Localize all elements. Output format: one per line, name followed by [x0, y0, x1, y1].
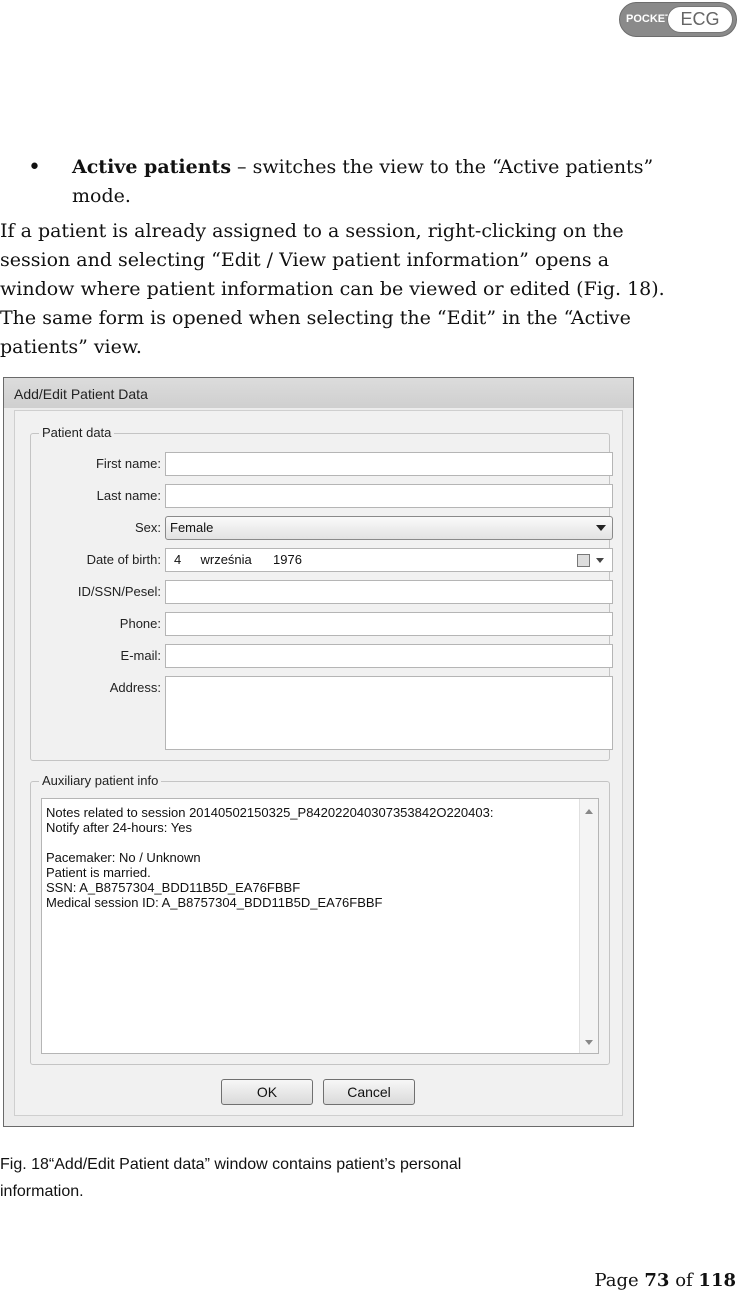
scroll-down-icon[interactable]	[585, 1040, 593, 1045]
sex-select-value: Female	[170, 520, 214, 535]
phone-field[interactable]	[165, 612, 613, 636]
email-field[interactable]	[165, 644, 613, 668]
auxiliary-info-group-label: Auxiliary patient info	[39, 773, 162, 788]
bullet-text: Active patients – switches the view to t…	[72, 153, 712, 211]
dob-day[interactable]: 4	[174, 552, 181, 567]
figure-caption: Fig. 18“Add/Edit Patient data” window co…	[0, 1151, 735, 1205]
sex-label: Sex:	[134, 520, 161, 535]
dialog-button-row: OK Cancel	[15, 1079, 622, 1105]
patient-data-group-label: Patient data	[39, 425, 115, 440]
aux-line	[46, 835, 574, 850]
email-label: E-mail:	[120, 648, 161, 663]
patient-data-group: Patient data First name: Last name: Sex:…	[30, 425, 613, 761]
page-current: 73	[644, 1270, 670, 1291]
dialog-title: Add/Edit Patient Data	[14, 386, 148, 402]
paragraph-line: session and selecting “Edit / View patie…	[0, 249, 610, 271]
body-paragraph: If a patient is already assigned to a se…	[0, 217, 735, 362]
address-field[interactable]	[165, 676, 613, 750]
dob-year[interactable]: 1976	[273, 552, 302, 567]
bullet-bold-term: Active patients	[72, 156, 232, 178]
address-label: Address:	[109, 680, 161, 695]
scroll-up-icon[interactable]	[585, 809, 593, 814]
id-field[interactable]	[165, 580, 613, 604]
paragraph-line: The same form is opened when selecting t…	[0, 307, 631, 329]
phone-label: Phone:	[119, 616, 161, 631]
cancel-button[interactable]: Cancel	[323, 1079, 415, 1105]
sex-select[interactable]: Female	[165, 516, 613, 540]
auxiliary-info-group: Auxiliary patient info Notes related to …	[30, 773, 610, 1065]
calendar-dropdown-icon[interactable]	[596, 558, 604, 563]
aux-line: Notify after 24-hours: Yes	[46, 820, 192, 835]
aux-line: Pacemaker: No / Unknown	[46, 850, 201, 865]
paragraph-line: window where patient information can be …	[0, 278, 665, 300]
dob-month[interactable]: września	[200, 552, 251, 567]
first-name-field[interactable]	[165, 452, 613, 476]
bullet-dot-icon: •	[28, 155, 41, 180]
chevron-down-icon	[596, 525, 606, 531]
auxiliary-info-textarea[interactable]: Notes related to session 20140502150325_…	[41, 798, 599, 1054]
aux-line: SSN: A_B8757304_BDD11B5D_EA76FBBF	[46, 880, 301, 895]
paragraph-line: If a patient is already assigned to a se…	[0, 220, 624, 242]
caption-line: Fig. 18“Add/Edit Patient data” window co…	[0, 1156, 462, 1173]
aux-line: Patient is married.	[46, 865, 151, 880]
last-name-field[interactable]	[165, 484, 613, 508]
paragraph-line: patients” view.	[0, 336, 142, 358]
calendar-icon[interactable]	[577, 554, 590, 567]
page-middle: of	[669, 1270, 699, 1291]
patient-data-dialog: Add/Edit Patient Data Patient data First…	[3, 377, 634, 1127]
page-total: 118	[698, 1270, 736, 1291]
first-name-label: First name:	[95, 456, 161, 471]
dialog-body: Patient data First name: Last name: Sex:…	[14, 410, 623, 1116]
aux-line: Notes related to session 20140502150325_…	[46, 805, 494, 820]
pocket-ecg-logo: POCKET ECG	[619, 2, 737, 37]
page-prefix: Page	[594, 1270, 645, 1291]
caption-line: information.	[0, 1183, 84, 1200]
dob-label: Date of birth:	[86, 552, 161, 567]
id-label: ID/SSN/Pesel:	[77, 584, 161, 599]
logo-ecg-text: ECG	[667, 6, 733, 33]
page-number: Page 73 of 118	[594, 1270, 736, 1291]
last-name-label: Last name:	[96, 488, 161, 503]
aux-scrollbar[interactable]	[579, 799, 598, 1053]
logo-pocket-text: POCKET	[626, 13, 672, 25]
aux-line: Medical session ID: A_B8757304_BDD11B5D_…	[46, 895, 383, 910]
dob-date-picker[interactable]: 4 września 1976	[165, 548, 613, 572]
dialog-titlebar[interactable]: Add/Edit Patient Data	[4, 378, 633, 408]
ok-button[interactable]: OK	[221, 1079, 313, 1105]
